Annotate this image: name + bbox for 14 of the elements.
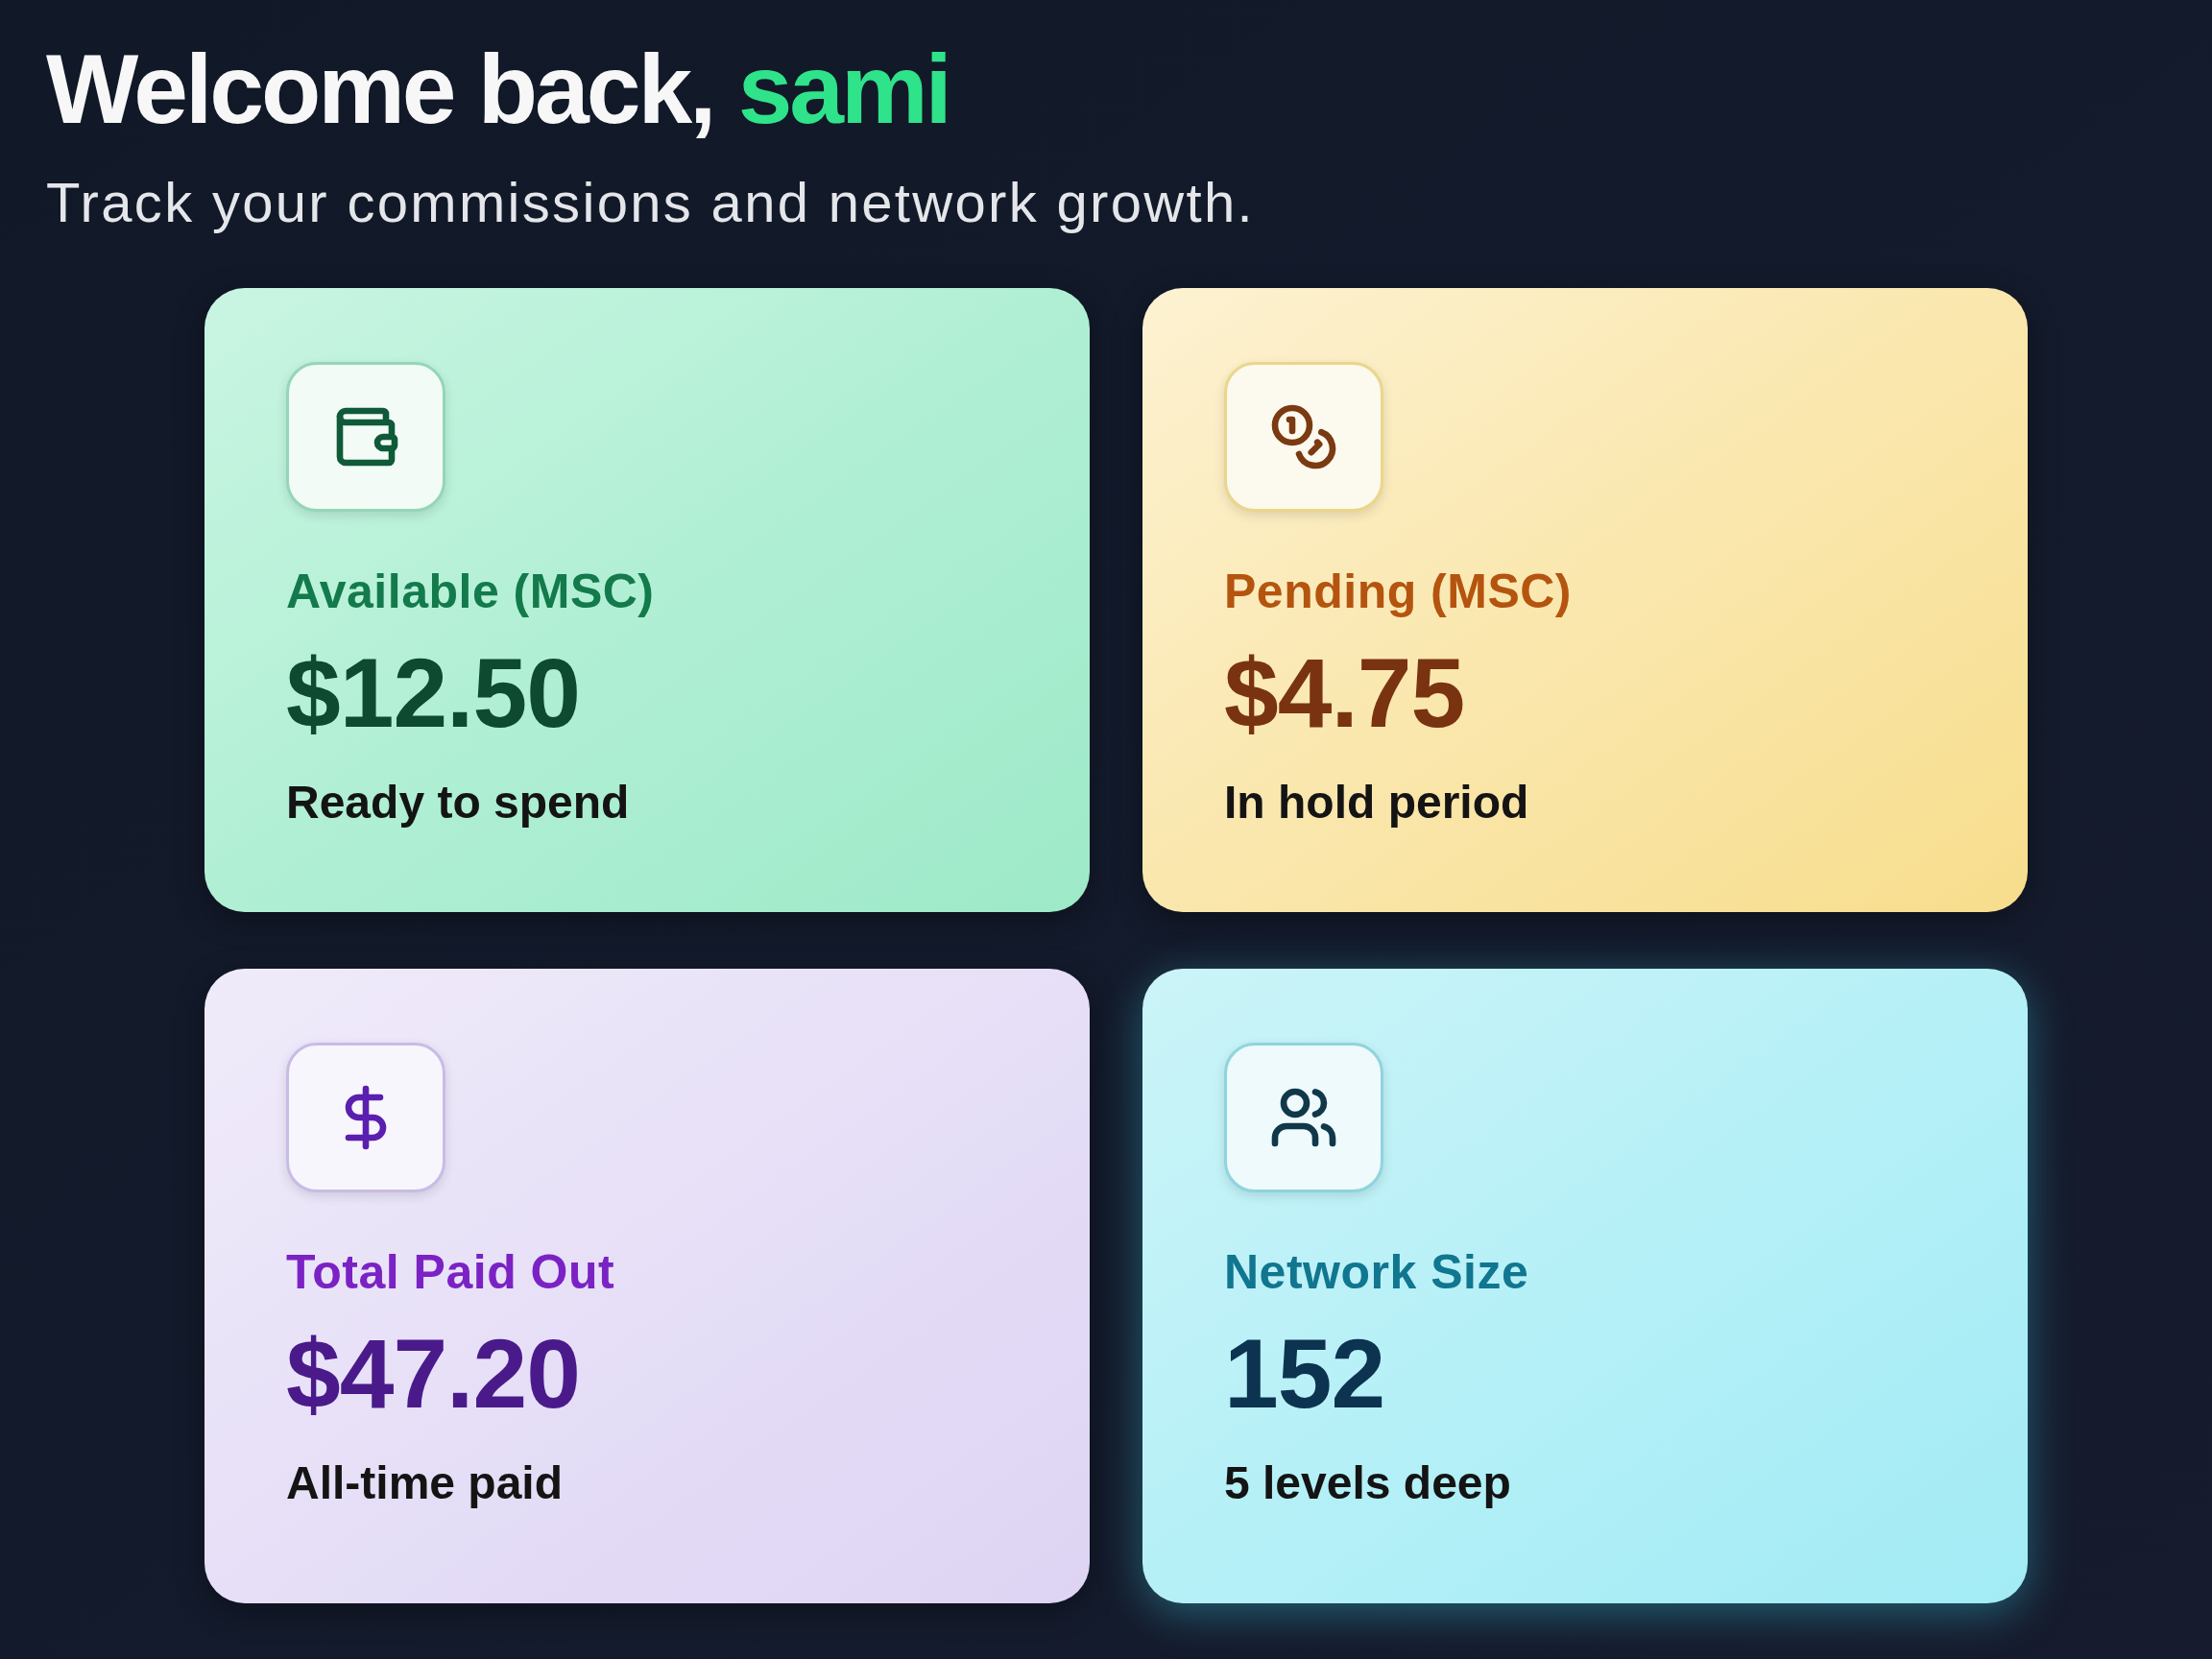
stat-caption: In hold period bbox=[1224, 780, 1529, 826]
stat-label: Available (MSC) bbox=[286, 567, 655, 615]
stat-label: Total Paid Out bbox=[286, 1248, 615, 1296]
stat-caption: All-time paid bbox=[286, 1460, 564, 1506]
stat-caption: 5 levels deep bbox=[1224, 1460, 1511, 1506]
stat-label: Network Size bbox=[1224, 1248, 1529, 1296]
stat-caption: Ready to spend bbox=[286, 780, 630, 826]
stat-value: $4.75 bbox=[1224, 644, 1465, 742]
welcome-heading: Welcome back, sami bbox=[46, 40, 950, 138]
stat-value: 152 bbox=[1224, 1325, 1385, 1423]
stat-value: $47.20 bbox=[286, 1325, 580, 1423]
stat-value: $12.50 bbox=[286, 644, 580, 742]
stat-label: Pending (MSC) bbox=[1224, 567, 1573, 615]
coins-icon bbox=[1269, 402, 1338, 471]
